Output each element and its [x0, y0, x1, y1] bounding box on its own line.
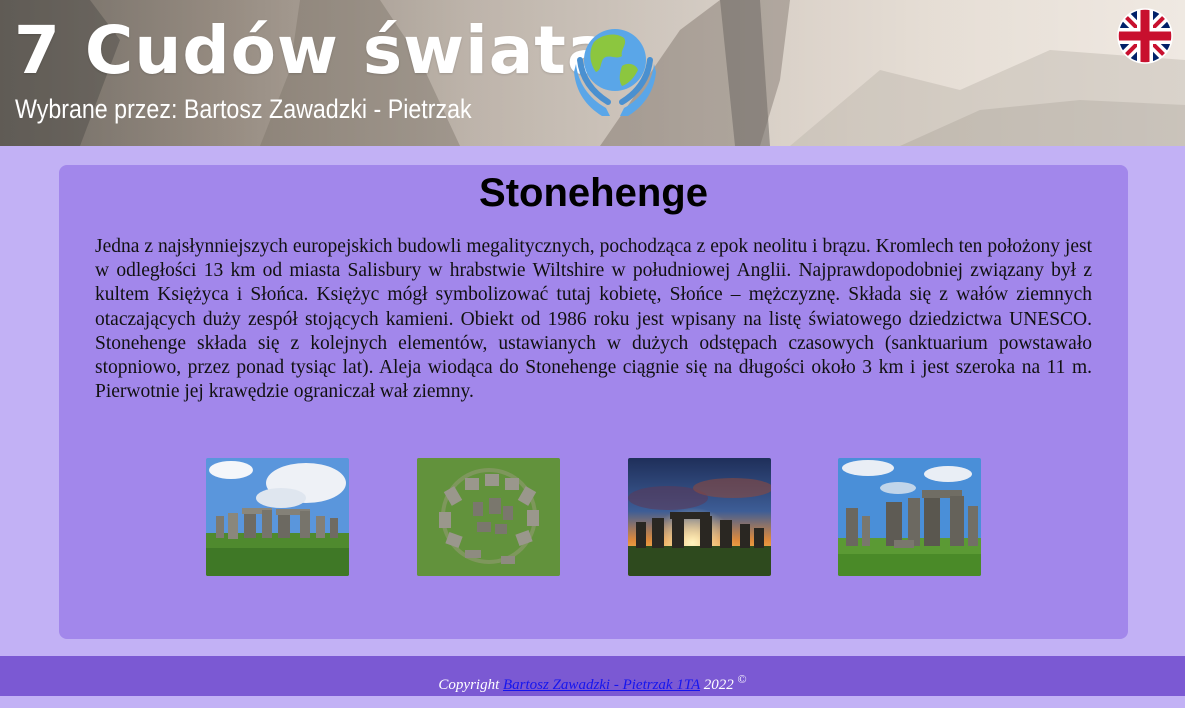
- copyright-label: Copyright: [438, 677, 500, 693]
- header-banner: 7 Cudów świata Wybrane przez: Bartosz Za…: [0, 0, 1185, 146]
- uk-flag-icon[interactable]: [1117, 8, 1173, 64]
- article-title: Stonehenge: [479, 171, 708, 215]
- content-card: Stonehenge Jedna z najsłynniejszych euro…: [59, 165, 1128, 639]
- gallery-photo[interactable]: [838, 458, 981, 576]
- article-body: Jedna z najsłynniejszych europejskich bu…: [95, 236, 1092, 403]
- gallery-photo[interactable]: [417, 458, 560, 576]
- site-subtitle: Wybrane przez: Bartosz Zawadzki - Pietrz…: [15, 94, 472, 124]
- gallery-photo[interactable]: [628, 458, 771, 576]
- footer: Copyright Bartosz Zawadzki - Pietrzak 1T…: [0, 656, 1185, 696]
- copyright-year: 2022: [703, 677, 734, 693]
- author-link[interactable]: Bartosz Zawadzki - Pietrzak 1TA: [503, 677, 700, 693]
- globe-in-hands-icon: [574, 29, 656, 116]
- gallery-photo[interactable]: [206, 458, 349, 576]
- copyright-icon: ©: [737, 672, 747, 686]
- photo-gallery: [59, 458, 1128, 576]
- site-title: 7 Cudów świata: [14, 12, 613, 89]
